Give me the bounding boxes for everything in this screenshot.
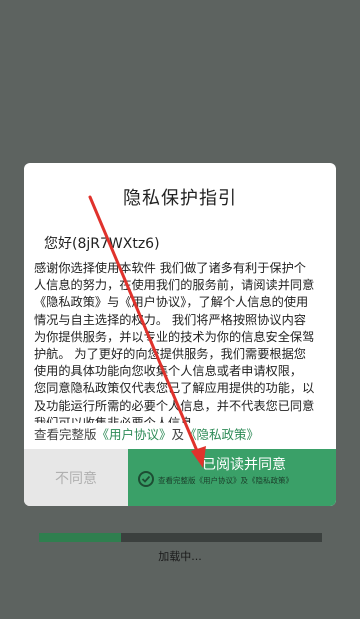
loading-progress-bar xyxy=(39,533,322,542)
full-version-links: 查看完整版《用户协议》及《隐私政策》 xyxy=(34,424,259,443)
user-agreement-link[interactable]: 《用户协议》 xyxy=(97,427,172,442)
status-bar xyxy=(0,0,360,24)
accept-sublabel: 查看完整版《用户协议》及《隐私政策》 xyxy=(158,476,293,485)
check-circle-icon xyxy=(138,471,154,487)
decline-button[interactable]: 不同意 xyxy=(24,449,128,506)
loading-label: 加载中... xyxy=(158,550,202,563)
greeting-text: 您好(8jR7WXtz6) xyxy=(44,236,160,252)
policy-body-text[interactable]: 感谢你选择使用本软件 我们做了诸多有利于保护个人信息的努力，在使用我们的服务前，… xyxy=(34,260,318,423)
accept-button[interactable]: 已阅读并同意 查看完整版《用户协议》及《隐私政策》 xyxy=(128,449,336,506)
dialog-title: 隐私保护指引 xyxy=(123,188,237,209)
links-and: 及 xyxy=(171,427,185,442)
accept-button-label: 已阅读并同意 xyxy=(202,457,286,473)
privacy-policy-link[interactable]: 《隐私政策》 xyxy=(184,427,259,442)
privacy-dialog: 隐私保护指引 您好(8jR7WXtz6) 感谢你选择使用本软件 我们做了诸多有利… xyxy=(24,163,336,506)
loading-progress-fill xyxy=(39,533,122,542)
links-prefix: 查看完整版 xyxy=(34,427,97,442)
